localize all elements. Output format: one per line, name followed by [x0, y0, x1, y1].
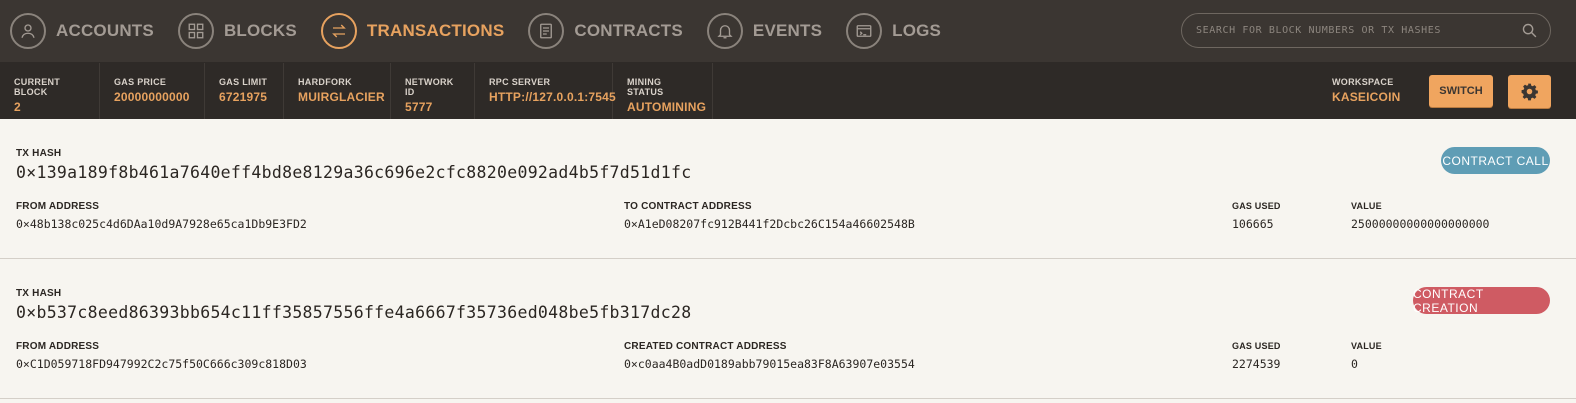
hardfork-label: HARDFORK — [298, 77, 352, 87]
from-address-label: FROM ADDRESS — [16, 341, 100, 352]
workspace-value: KASEICOIN — [1332, 90, 1401, 104]
gear-icon — [1520, 82, 1539, 101]
gas-used-label: GAS USED — [1232, 201, 1281, 211]
nav-blocks[interactable]: BLOCKS — [177, 0, 297, 62]
stat-hardfork: HARDFORK MUIRGLACIER — [284, 63, 391, 119]
top-nav: ACCOUNTS BLOCKS TRANSACTIONS CONTRACTS E… — [0, 0, 1576, 63]
to-contract-address-label: TO CONTRACT ADDRESS — [624, 201, 752, 212]
stat-gas-price: GAS PRICE 20000000000 — [100, 63, 205, 119]
stat-gas-limit: GAS LIMIT 6721975 — [205, 63, 284, 119]
switch-button[interactable]: SWITCH — [1429, 75, 1493, 107]
gas-used-label: GAS USED — [1232, 341, 1281, 351]
settings-button[interactable] — [1508, 75, 1551, 108]
nav-transactions-label: TRANSACTIONS — [366, 21, 505, 40]
nav-contracts[interactable]: CONTRACTS — [528, 0, 683, 62]
gas-used: 106665 — [1232, 217, 1274, 231]
nav-transactions[interactable]: TRANSACTIONS — [320, 0, 505, 62]
mining-status-value: AUTOMINING — [627, 100, 707, 114]
account-icon — [10, 13, 46, 49]
created-contract-address: 0×c0aa4B0adD0189abb79015ea83F8A63907e035… — [624, 357, 915, 371]
bell-icon — [706, 13, 743, 49]
transaction-row[interactable]: TX HASH 0×b537c8eed86393bb654c11ff358575… — [0, 259, 1576, 399]
value: 25000000000000000000 — [1351, 217, 1490, 231]
stat-workspace: WORKSPACE KASEICOIN — [1320, 63, 1412, 119]
stat-mining-status: MINING STATUS AUTOMINING — [613, 63, 713, 119]
stat-current-block: CURRENT BLOCK 2 — [0, 63, 100, 119]
nav-logs-label: LOGS — [892, 21, 942, 40]
to-contract-address: 0×A1eD08207fc912B441f2Dcbc26C154a4660254… — [624, 217, 915, 231]
tx-hash-label: TX HASH — [16, 148, 62, 159]
search-icon[interactable] — [1521, 22, 1538, 39]
transaction-row[interactable]: TX HASH 0×139a189f8b461a7640eff4bd8e8129… — [0, 119, 1576, 259]
gas-limit-value: 6721975 — [219, 90, 268, 104]
tx-hash: 0×b537c8eed86393bb654c11ff35857556ffe4a6… — [16, 303, 692, 322]
stat-network-id: NETWORK ID 5777 — [391, 63, 475, 119]
value: 0 — [1351, 357, 1358, 371]
contracts-icon — [528, 13, 565, 49]
stat-rpc-server: RPC SERVER HTTP://127.0.0.1:7545 — [475, 63, 616, 119]
contract-creation-badge: CONTRACT CREATION — [1413, 287, 1550, 315]
workspace-label: WORKSPACE — [1332, 77, 1394, 87]
nav-contracts-label: CONTRACTS — [574, 21, 683, 40]
mining-status-label: MINING STATUS — [627, 77, 664, 97]
value-label: VALUE — [1351, 201, 1382, 211]
nav-accounts-label: ACCOUNTS — [56, 21, 154, 40]
from-address-label: FROM ADDRESS — [16, 201, 100, 212]
gas-price-value: 20000000000 — [114, 90, 190, 104]
contract-call-badge: CONTRACT CALL — [1441, 147, 1550, 174]
gas-used: 2274539 — [1232, 357, 1281, 371]
search-input[interactable] — [1194, 24, 1521, 37]
network-id-label: NETWORK ID — [405, 77, 454, 97]
blocks-icon — [177, 13, 214, 49]
gas-price-label: GAS PRICE — [114, 77, 167, 87]
transactions-icon — [320, 13, 357, 49]
nav-accounts[interactable]: ACCOUNTS — [10, 0, 154, 62]
current-block-value: 2 — [14, 100, 21, 114]
gas-limit-label: GAS LIMIT — [219, 77, 268, 87]
tx-hash-label: TX HASH — [16, 288, 62, 299]
from-address: 0×C1D059718FD947992C2c75f50C666c309c818D… — [16, 357, 307, 371]
created-contract-address-label: CREATED CONTRACT ADDRESS — [624, 341, 787, 352]
nav-events-label: EVENTS — [752, 21, 823, 40]
nav-blocks-label: BLOCKS — [223, 21, 297, 40]
current-block-label: CURRENT BLOCK — [14, 77, 61, 97]
terminal-icon — [846, 13, 883, 49]
nav-events[interactable]: EVENTS — [706, 0, 823, 62]
rpc-server-value: HTTP://127.0.0.1:7545 — [489, 90, 616, 104]
search-box — [1181, 13, 1551, 48]
status-bar: CURRENT BLOCK 2 GAS PRICE 20000000000 GA… — [0, 63, 1576, 119]
network-id-value: 5777 — [405, 100, 433, 114]
tx-hash: 0×139a189f8b461a7640eff4bd8e8129a36c696e… — [16, 163, 692, 182]
from-address: 0×48b138c025c4d6DAa10d9A7928e65ca1Db9E3F… — [16, 217, 307, 231]
hardfork-value: MUIRGLACIER — [298, 90, 385, 104]
rpc-server-label: RPC SERVER — [489, 77, 551, 87]
nav-logs[interactable]: LOGS — [846, 0, 941, 62]
value-label: VALUE — [1351, 341, 1382, 351]
